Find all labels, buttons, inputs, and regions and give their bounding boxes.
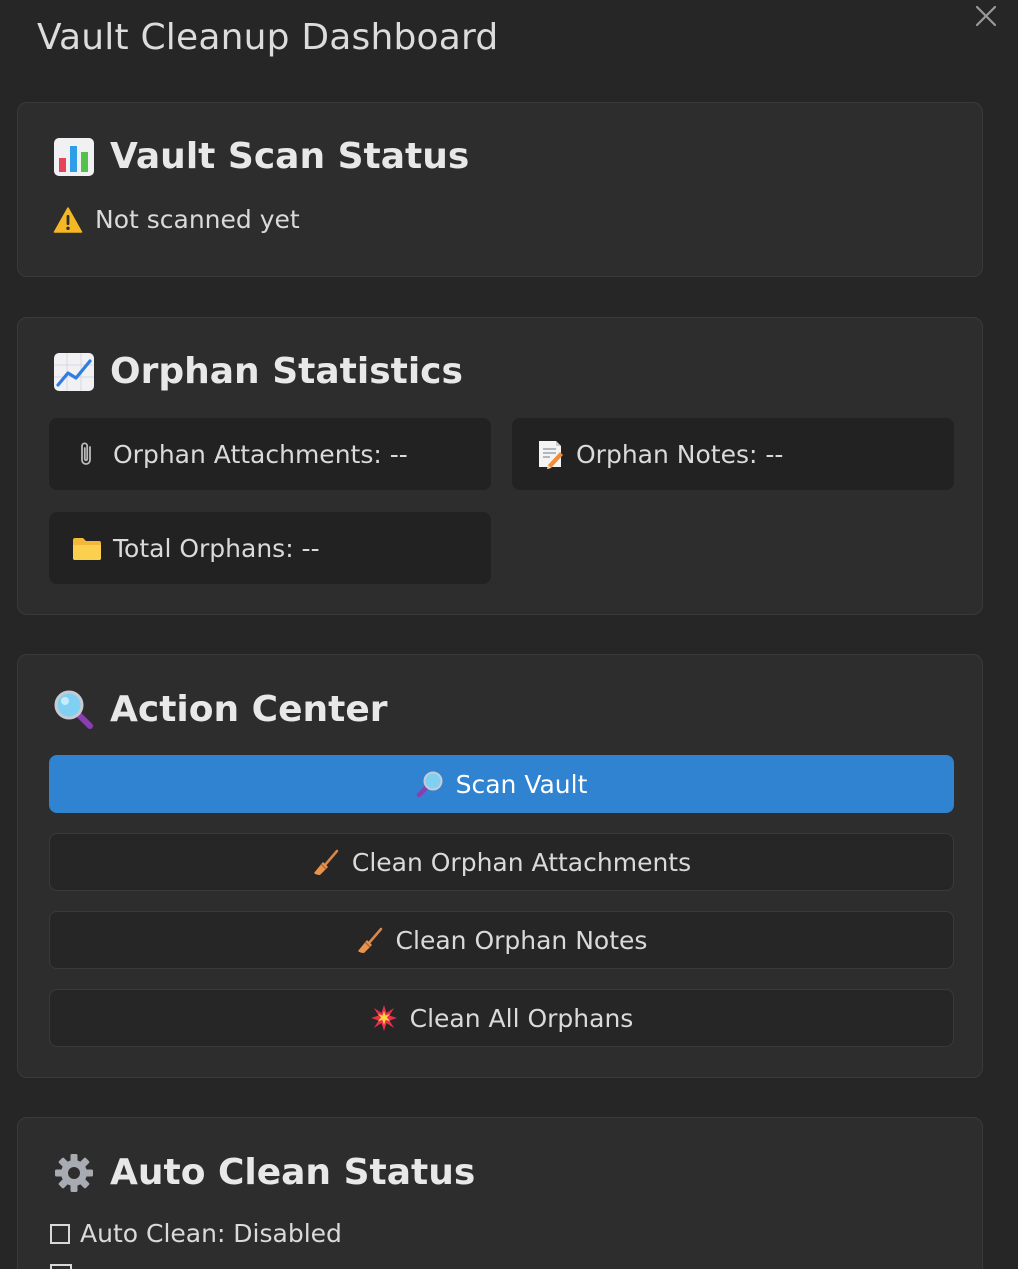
clean-orphan-attachments-button[interactable]: Clean Orphan Attachments [49,833,954,891]
scan-status-line: Not scanned yet [53,205,300,234]
scan-status-heading: Vault Scan Status [53,135,469,179]
orphan-statistics-heading: Orphan Statistics [53,350,463,394]
action-center-heading: Action Center [53,688,388,732]
trend-chart-icon [53,351,95,393]
clean-orphan-notes-button[interactable]: Clean Orphan Notes [49,911,954,969]
orphan-attachments-stat: Orphan Attachments: -- [49,418,491,490]
auto-clean-status-label: Auto Clean: Disabled [80,1219,342,1248]
auto-clean-heading-text: Auto Clean Status [110,1152,476,1193]
auto-clean-heading: Auto Clean Status [53,1151,475,1195]
auto-clean-card: Auto Clean Status Auto Clean: Disabled [17,1117,983,1269]
bar-chart-icon [53,136,95,178]
scan-vault-label: Scan Vault [455,769,588,799]
next-checkbox-partial [50,1264,72,1269]
scan-status-text: Not scanned yet [95,205,300,234]
gear-icon [53,1152,95,1194]
orphan-notes-label: Orphan Notes: -- [576,439,784,469]
total-orphans-stat: Total Orphans: -- [49,512,491,584]
orphan-statistics-heading-text: Orphan Statistics [110,351,463,392]
scan-vault-button[interactable]: Scan Vault [49,755,954,813]
orphan-attachments-label: Orphan Attachments: -- [113,439,408,469]
orphan-statistics-card: Orphan Statistics Orphan Attachments: -- [17,317,983,615]
clean-orphan-attachments-label: Clean Orphan Attachments [351,847,692,877]
page-title: Vault Cleanup Dashboard [37,17,499,58]
clean-orphan-notes-label: Clean Orphan Notes [395,925,648,955]
action-center-card: Action Center Scan Vault Clean Orphan At… [17,654,983,1078]
close-icon [972,2,1000,30]
orphan-notes-stat: Orphan Notes: -- [512,418,954,490]
magnifier-icon [53,689,95,731]
paperclip-icon [71,438,103,470]
scan-status-heading-text: Vault Scan Status [110,136,470,177]
total-orphans-label: Total Orphans: -- [113,533,320,563]
auto-clean-status-line: Auto Clean: Disabled [50,1219,342,1248]
folder-icon [71,532,103,564]
clean-all-orphans-label: Clean All Orphans [409,1003,634,1033]
warning-icon [53,206,83,234]
clean-all-orphans-button[interactable]: Clean All Orphans [49,989,954,1047]
auto-clean-checkbox[interactable] [50,1223,70,1244]
action-center-heading-text: Action Center [110,689,388,730]
close-button[interactable] [972,2,1000,30]
magnifier-icon [416,770,444,798]
memo-icon [534,438,566,470]
scan-status-card: Vault Scan Status Not scanned yet [17,102,983,277]
vault-cleanup-dashboard: Vault Cleanup Dashboard Vault Scan Statu… [0,0,1018,1269]
broom-icon [312,848,340,876]
collision-icon [370,1004,398,1032]
broom-icon [356,926,384,954]
